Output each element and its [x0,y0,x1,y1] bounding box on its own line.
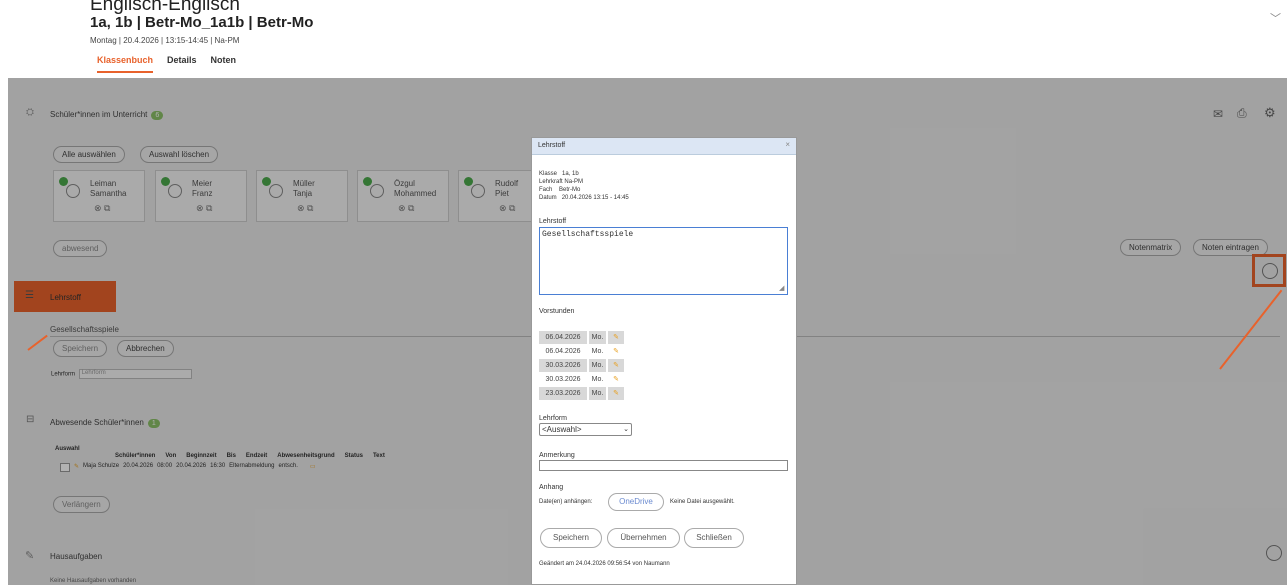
list-item[interactable]: 30.03.2026 Mo. ✎ [539,373,624,386]
tab-klassenbuch[interactable]: Klassenbuch [97,55,154,73]
pencil-icon: ✎ [608,387,624,400]
list-item[interactable]: 06.04.2026 Mo. ✎ [539,331,624,344]
lehrstoff-textarea[interactable]: Gesellschaftsspiele [539,227,788,295]
lehrform-select[interactable]: <Auswahl> ⌄ [539,423,632,436]
tab-bar: Klassenbuch Details Noten [97,55,236,73]
list-item[interactable]: 06.04.2026 Mo. ✎ [539,345,624,358]
list-item[interactable]: 23.03.2026 Mo. ✎ [539,387,624,400]
attachment-label: Anhang [539,484,564,491]
no-file-text: Keine Datei ausgewählt. [670,499,735,505]
tab-details[interactable]: Details [167,55,197,73]
lehrstoff-dialog: Lehrstoff × Klasse 1a, 1b Lehrkraft Na-P… [531,137,797,585]
note-input[interactable] [539,460,788,471]
dialog-save-button[interactable]: Speichern [540,528,602,548]
lehrstoff-label: Lehrstoff [539,218,567,225]
onedrive-button[interactable]: OneDrive [608,493,664,511]
changed-info: Geändert am 24.04.2026 09:56:54 von Naum… [539,561,670,567]
note-label: Anmerkung [539,452,575,459]
apply-button[interactable]: Übernehmen [607,528,680,548]
page-title: 1a, 1b | Betr-Mo_1a1b | Betr-Mo [90,14,314,31]
lehrform-label: Lehrform [539,415,568,422]
tab-noten[interactable]: Noten [211,55,237,73]
dialog-titlebar: Lehrstoff × [532,138,796,155]
close-icon[interactable]: × [785,140,790,149]
list-item[interactable]: 30.03.2026 Mo. ✎ [539,359,624,372]
resize-handle-icon[interactable]: ◢ [779,284,784,292]
header: Englisch-Englisch 1a, 1b | Betr-Mo_1a1b … [0,0,1287,78]
attachment-prefix: Date(en) anhängen: [539,499,593,505]
lesson-meta: Montag | 20.4.2026 | 13:15-14:45 | Na-PM [90,36,240,45]
dialog-title: Lehrstoff [538,142,566,149]
pencil-icon: ✎ [608,373,624,386]
dialog-info: Klasse 1a, 1b Lehrkraft Na-PM Fach Betr-… [539,171,629,201]
close-button[interactable]: Schließen [684,528,744,548]
chevron-down-icon[interactable]: ﹀ [1270,10,1281,26]
previous-lessons-label: Vorstunden [539,308,575,315]
pencil-icon: ✎ [608,359,624,372]
pencil-icon: ✎ [608,345,624,358]
pencil-icon: ✎ [608,331,624,344]
